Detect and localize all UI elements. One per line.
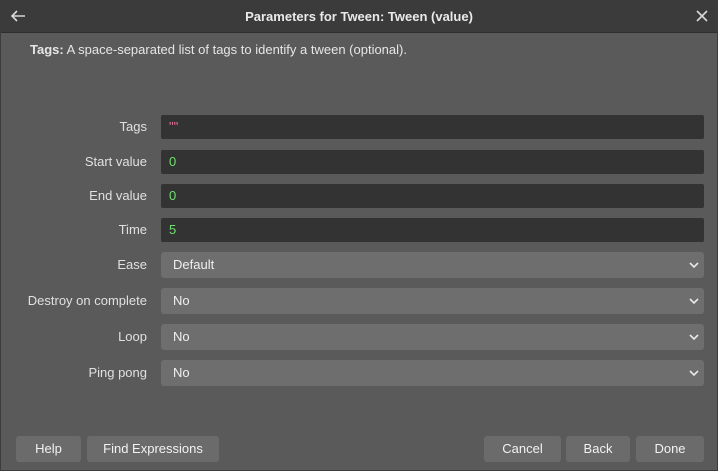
chevron-down-icon [689, 370, 699, 377]
start-value-label: Start value [84, 154, 147, 169]
description-label: Tags: [30, 42, 64, 57]
chevron-down-icon [689, 334, 699, 341]
time-input[interactable]: 5 [161, 218, 704, 242]
loop-select[interactable]: No [161, 324, 704, 350]
time-label: Time [118, 222, 147, 237]
done-button[interactable]: Done [636, 436, 704, 462]
loop-label: Loop [118, 329, 147, 344]
ping-pong-label: Ping pong [88, 365, 147, 380]
destroy-on-complete-selected-value: No [173, 293, 190, 308]
dialog-title: Parameters for Tween: Tween (value) [245, 9, 473, 24]
end-value-input[interactable]: 0 [161, 184, 704, 208]
ping-pong-select[interactable]: No [161, 360, 704, 386]
description-text: A space-separated list of tags to identi… [63, 42, 407, 57]
chevron-down-icon [689, 298, 699, 305]
ease-select[interactable]: Default [161, 252, 704, 278]
tags-input[interactable]: "" [161, 115, 704, 139]
dialog-titlebar: Parameters for Tween: Tween (value) [1, 1, 717, 33]
back-button[interactable]: Back [566, 436, 630, 462]
start-value-input[interactable]: 0 [161, 150, 704, 174]
ease-label: Ease [117, 257, 147, 272]
parameter-description: Tags: A space-separated list of tags to … [30, 42, 407, 57]
help-button[interactable]: Help [16, 436, 81, 462]
end-value-label: End value [89, 188, 147, 203]
destroy-on-complete-select[interactable]: No [161, 288, 704, 314]
chevron-down-icon [689, 262, 699, 269]
loop-selected-value: No [173, 329, 190, 344]
destroy-on-complete-label: Destroy on complete [27, 293, 147, 308]
ease-selected-value: Default [173, 257, 215, 272]
tags-label: Tags [119, 119, 147, 134]
cancel-button[interactable]: Cancel [484, 436, 561, 462]
close-icon[interactable] [693, 7, 711, 25]
find-expressions-button[interactable]: Find Expressions [87, 436, 219, 462]
ping-pong-selected-value: No [173, 365, 190, 380]
parameters-dialog: Parameters for Tween: Tween (value) Tags… [0, 0, 718, 471]
